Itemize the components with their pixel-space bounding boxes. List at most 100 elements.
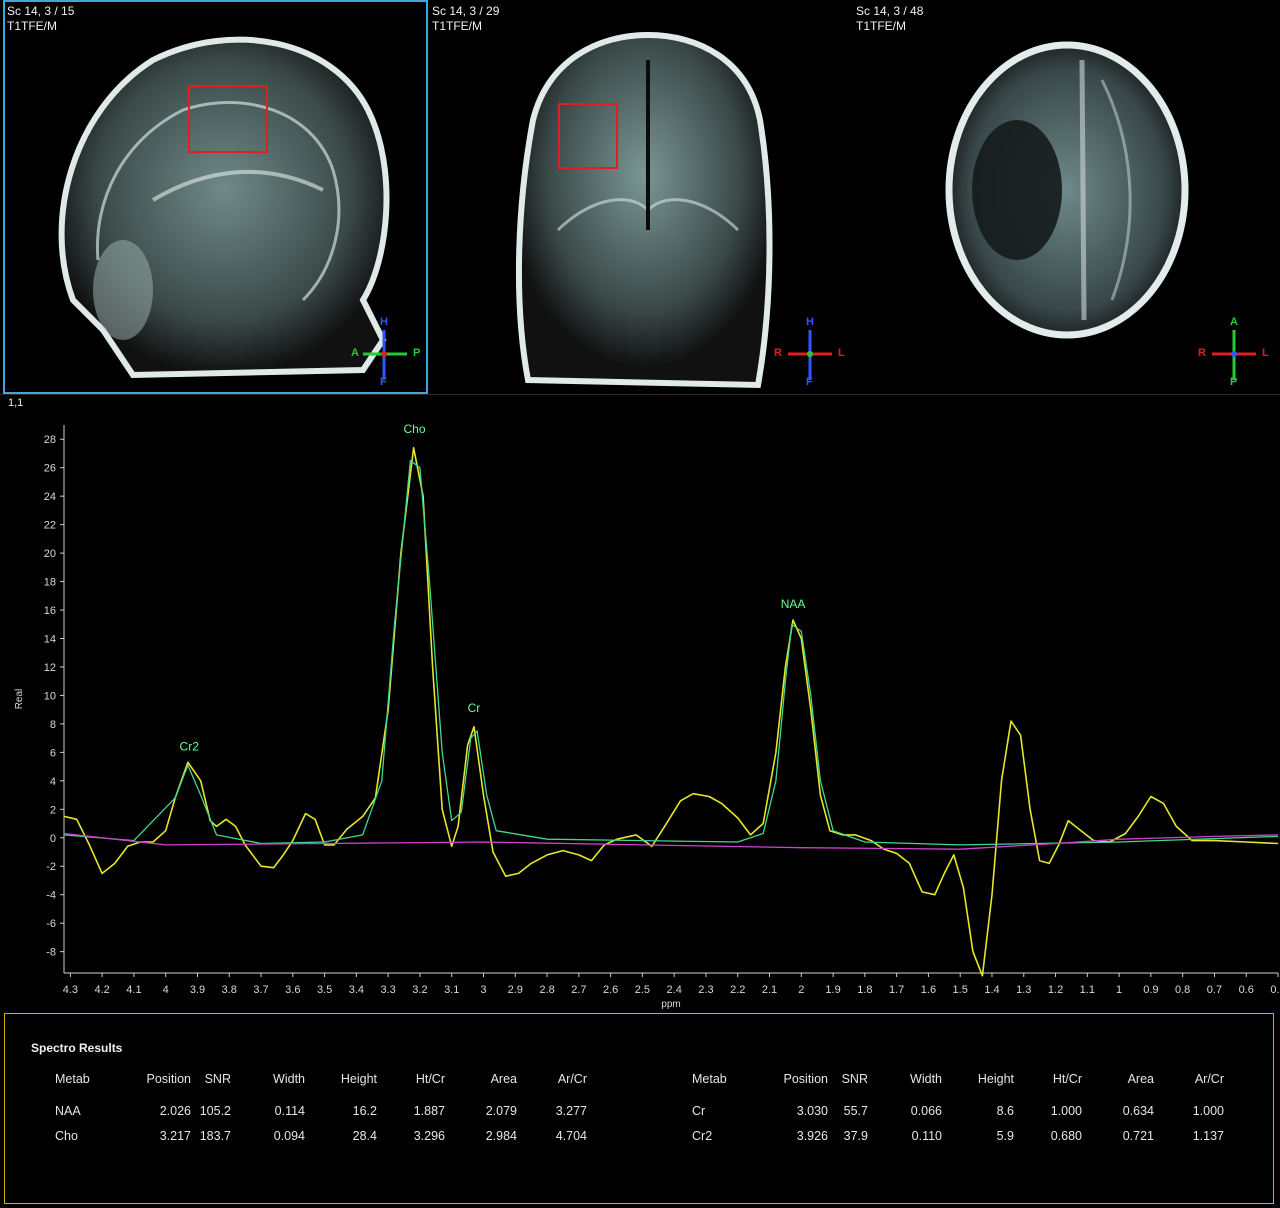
sequence-label: T1TFE/M: [7, 19, 57, 33]
results-cell: Cr2: [692, 1129, 713, 1143]
x-tick-label: 3.6: [285, 984, 300, 996]
viewport-coronal[interactable]: Sc 14, 3 / 29 T1TFE/M H F R L: [428, 0, 852, 394]
x-tick-label: 2.6: [603, 984, 618, 996]
x-tick-label: 3.4: [349, 984, 364, 996]
y-tick-label: 4: [50, 776, 56, 788]
fit-line: [63, 459, 1279, 846]
results-cell: 55.7: [843, 1104, 868, 1118]
orient-right: L: [1262, 347, 1269, 359]
viewport-label: Sc 14, 3 / 29 T1TFE/M: [432, 4, 499, 34]
results-cell: 0.721: [1122, 1129, 1154, 1143]
results-title: Spectro Results: [31, 1041, 123, 1055]
x-tick-label: 1.3: [1016, 984, 1031, 996]
results-cell: 4.704: [555, 1129, 587, 1143]
results-cell: 2.984: [485, 1129, 517, 1143]
results-cell: 37.9: [843, 1129, 868, 1143]
x-tick-label: 4: [163, 984, 169, 996]
results-header: Ht/Cr: [415, 1072, 445, 1086]
orient-left: R: [1198, 347, 1206, 359]
y-axis-label: Real: [14, 689, 25, 710]
x-tick-label: 0.8: [1175, 984, 1190, 996]
x-tick-label: 3.7: [253, 984, 268, 996]
results-cell: 3.296: [413, 1129, 445, 1143]
y-tick-label: 26: [44, 463, 56, 475]
x-tick-label: 1.7: [889, 984, 904, 996]
x-tick-label: 2: [798, 984, 804, 996]
y-tick-label: 0: [50, 833, 56, 845]
spectrum-panel[interactable]: 1,1 28 26 24 22 20 18 16 14 12 10 8 6 4 2 0 -2 -4 -6 -8 4.3…: [0, 394, 1280, 1013]
results-cell: 0.634: [1122, 1104, 1154, 1118]
x-tick-label: 1.6: [921, 984, 936, 996]
results-cell: 1.137: [1192, 1129, 1224, 1143]
y-tick-label: 2: [50, 804, 56, 816]
orient-bottom: F: [380, 376, 387, 388]
results-cell: 2.079: [485, 1104, 517, 1118]
results-cell: 1.887: [413, 1104, 445, 1118]
y-tick-label: 10: [44, 690, 56, 702]
spectrum-chart[interactable]: 2826242220181614121086420-2-4-6-84.3 4.2 4…: [0, 395, 1280, 1013]
x-tick-label: 1.2: [1048, 984, 1063, 996]
orient-top: H: [380, 316, 388, 328]
orient-left: R: [774, 347, 782, 359]
results-header: SNR: [841, 1072, 868, 1086]
viewport-sagittal[interactable]: Sc 14, 3 / 15 T1TFE/M H F A P: [3, 0, 428, 394]
x-tick-label: 0.9: [1143, 984, 1158, 996]
peak-label-cr2: Cr2: [180, 739, 200, 753]
peak-label-cho: Cho: [404, 422, 426, 436]
peak-label-cr: Cr: [468, 701, 481, 715]
results-cell: 0.114: [274, 1104, 305, 1118]
results-header: Area: [490, 1072, 517, 1086]
series-label: Sc 14, 3 / 15: [7, 4, 75, 18]
results-header: Metab: [55, 1072, 90, 1086]
orient-top: H: [806, 316, 814, 328]
y-tick-label: 24: [44, 491, 56, 503]
y-tick-label: 18: [44, 577, 56, 589]
y-tick-label: 28: [44, 434, 56, 446]
x-tick-label: 4.3: [63, 984, 78, 996]
x-tick-label: 3.8: [222, 984, 237, 996]
x-tick-label: 3.1: [444, 984, 459, 996]
y-tick-label: 6: [50, 747, 56, 759]
sequence-label: T1TFE/M: [432, 19, 482, 33]
results-header: Area: [1127, 1072, 1154, 1086]
x-tick-label: 0.7: [1207, 984, 1222, 996]
y-tick-label: 8: [50, 719, 56, 731]
y-tick-label: 20: [44, 548, 56, 560]
x-tick-label: 2.2: [730, 984, 745, 996]
x-tick-label: 1.8: [857, 984, 872, 996]
series-label: Sc 14, 3 / 29: [432, 4, 500, 18]
x-tick-label: 2.8: [539, 984, 554, 996]
orient-right: P: [413, 347, 421, 359]
x-tick-label: 1.9: [825, 984, 840, 996]
y-tick-label: -2: [46, 861, 56, 873]
x-tick-label: 4.2: [94, 984, 109, 996]
y-tick-label: 16: [44, 605, 56, 617]
results-cell: Cho: [55, 1129, 78, 1143]
x-tick-label: 2.1: [762, 984, 777, 996]
x-tick-label: 1.5: [953, 984, 968, 996]
y-tick-label: -8: [46, 947, 56, 959]
x-tick-label: 3.3: [381, 984, 396, 996]
y-tick-label: 14: [44, 634, 56, 646]
orient-right: L: [838, 347, 845, 359]
results-header: Metab: [692, 1072, 727, 1086]
viewport-label: Sc 14, 3 / 15 T1TFE/M: [7, 4, 74, 34]
x-tick-label: 2.9: [508, 984, 523, 996]
viewport-label: Sc 14, 3 / 48 T1TFE/M: [856, 4, 923, 34]
x-tick-label: 3.2: [412, 984, 427, 996]
results-cell: 0.680: [1050, 1129, 1082, 1143]
results-cell: 183.7: [199, 1129, 231, 1143]
orientation-marker: A P R L: [1198, 316, 1274, 390]
x-tick-label: 2.4: [667, 984, 682, 996]
x-tick-label: 3: [480, 984, 486, 996]
viewport-axial[interactable]: Sc 14, 3 / 48 T1TFE/M A P R L: [852, 0, 1280, 394]
results-header: Ar/Cr: [557, 1072, 587, 1086]
results-cell: 105.2: [199, 1104, 231, 1118]
x-tick-label: 2.7: [571, 984, 586, 996]
orient-left: A: [351, 347, 359, 359]
results-cell: 0.066: [910, 1104, 942, 1118]
x-tick-label: 3.5: [317, 984, 332, 996]
x-tick-label: 1.4: [984, 984, 999, 996]
orientation-marker: H F A P: [351, 316, 428, 390]
y-tick-label: -4: [46, 890, 56, 902]
